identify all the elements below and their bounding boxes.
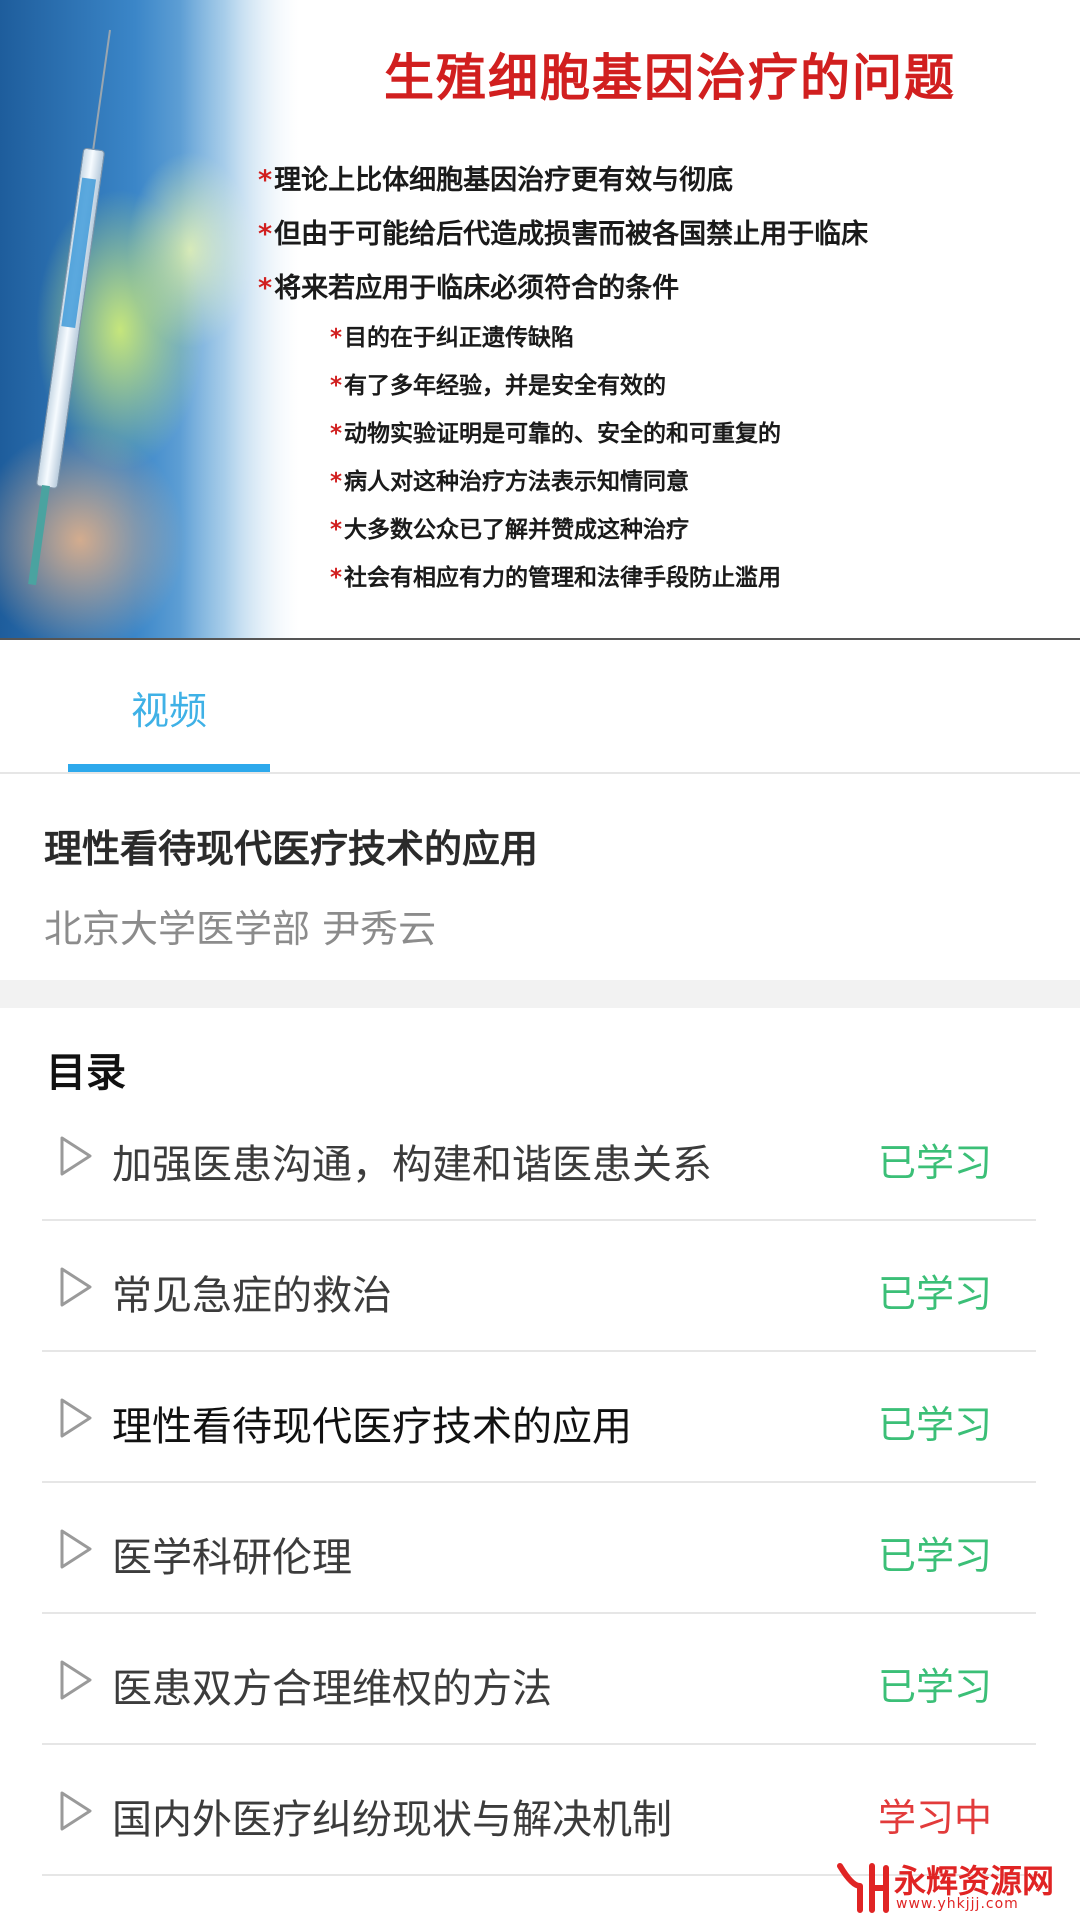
catalog-item-status: 已学习 (877, 1141, 992, 1185)
catalog-item-status: 学习中 (877, 1796, 992, 1840)
play-icon (60, 1660, 92, 1700)
section-divider (0, 980, 1080, 1008)
catalog-list: 加强医患沟通，构建和谐医患关系 已学习 常见急症的救治 已学习 理性看待现代医疗… (42, 1090, 1036, 1876)
tab-bar: 视频 (0, 640, 1080, 774)
play-icon (60, 1398, 92, 1438)
watermark: 永辉资源网 www.yhkjjj.com (832, 1852, 1072, 1920)
watermark-url: www.yhkjjj.com (896, 1896, 1019, 1912)
catalog-item[interactable]: 理性看待现代医疗技术的应用 已学习 (42, 1352, 1036, 1483)
tab-video[interactable]: 视频 (68, 640, 270, 772)
slide-sub-bullet: *社会有相应有力的管理和法律手段防止滥用 (330, 565, 782, 591)
catalog-item-status: 已学习 (877, 1665, 992, 1709)
slide-sub-bullet: *有了多年经验，并是安全有效的 (330, 373, 667, 399)
catalog-item-status: 已学习 (877, 1534, 992, 1578)
course-title: 理性看待现代医疗技术的应用 (44, 827, 539, 871)
slide-sub-bullet: *目的在于纠正遗传缺陷 (330, 325, 575, 351)
catalog-item[interactable]: 医学科研伦理 已学习 (42, 1483, 1036, 1614)
tab-video-label: 视频 (130, 689, 207, 733)
play-icon (60, 1529, 92, 1569)
slide-sub-bullet: *病人对这种治疗方法表示知情同意 (330, 469, 690, 495)
catalog-item-title: 医患双方合理维权的方法 (112, 1666, 552, 1712)
slide-bullet: *将来若应用于临床必须符合的条件 (258, 273, 680, 304)
catalog-item-title: 理性看待现代医疗技术的应用 (112, 1404, 632, 1450)
slide-bullet: *但由于可能给后代造成损害而被各国禁止用于临床 (258, 219, 869, 250)
slide-bullet: *理论上比体细胞基因治疗更有效与彻底 (258, 165, 734, 196)
catalog-item-title: 常见急症的救治 (112, 1273, 392, 1319)
catalog-item-status: 已学习 (877, 1272, 992, 1316)
play-icon (60, 1791, 92, 1831)
catalog-item[interactable]: 常见急症的救治 已学习 (42, 1221, 1036, 1352)
catalog-item-title: 医学科研伦理 (112, 1535, 352, 1581)
play-icon (60, 1136, 92, 1176)
catalog-item-status: 已学习 (877, 1403, 992, 1447)
tab-active-indicator (68, 764, 270, 772)
slide-sub-bullet: *动物实验证明是可靠的、安全的和可重复的 (330, 421, 782, 447)
course-author: 北京大学医学部 尹秀云 (44, 907, 437, 951)
catalog-item[interactable]: 加强医患沟通，构建和谐医患关系 已学习 (42, 1090, 1036, 1221)
slide-title: 生殖细胞基因治疗的问题 (384, 49, 956, 107)
catalog-item-title: 国内外医疗纠纷现状与解决机制 (112, 1797, 672, 1843)
slide-sub-bullet: *大多数公众已了解并赞成这种治疗 (330, 517, 690, 543)
catalog-item[interactable]: 医患双方合理维权的方法 已学习 (42, 1614, 1036, 1745)
video-player[interactable]: 生殖细胞基因治疗的问题 *理论上比体细胞基因治疗更有效与彻底 *但由于可能给后代… (0, 0, 1080, 640)
play-icon (60, 1267, 92, 1307)
yh-logo-icon (837, 1863, 889, 1913)
catalog-item-title: 加强医患沟通，构建和谐医患关系 (112, 1142, 712, 1188)
